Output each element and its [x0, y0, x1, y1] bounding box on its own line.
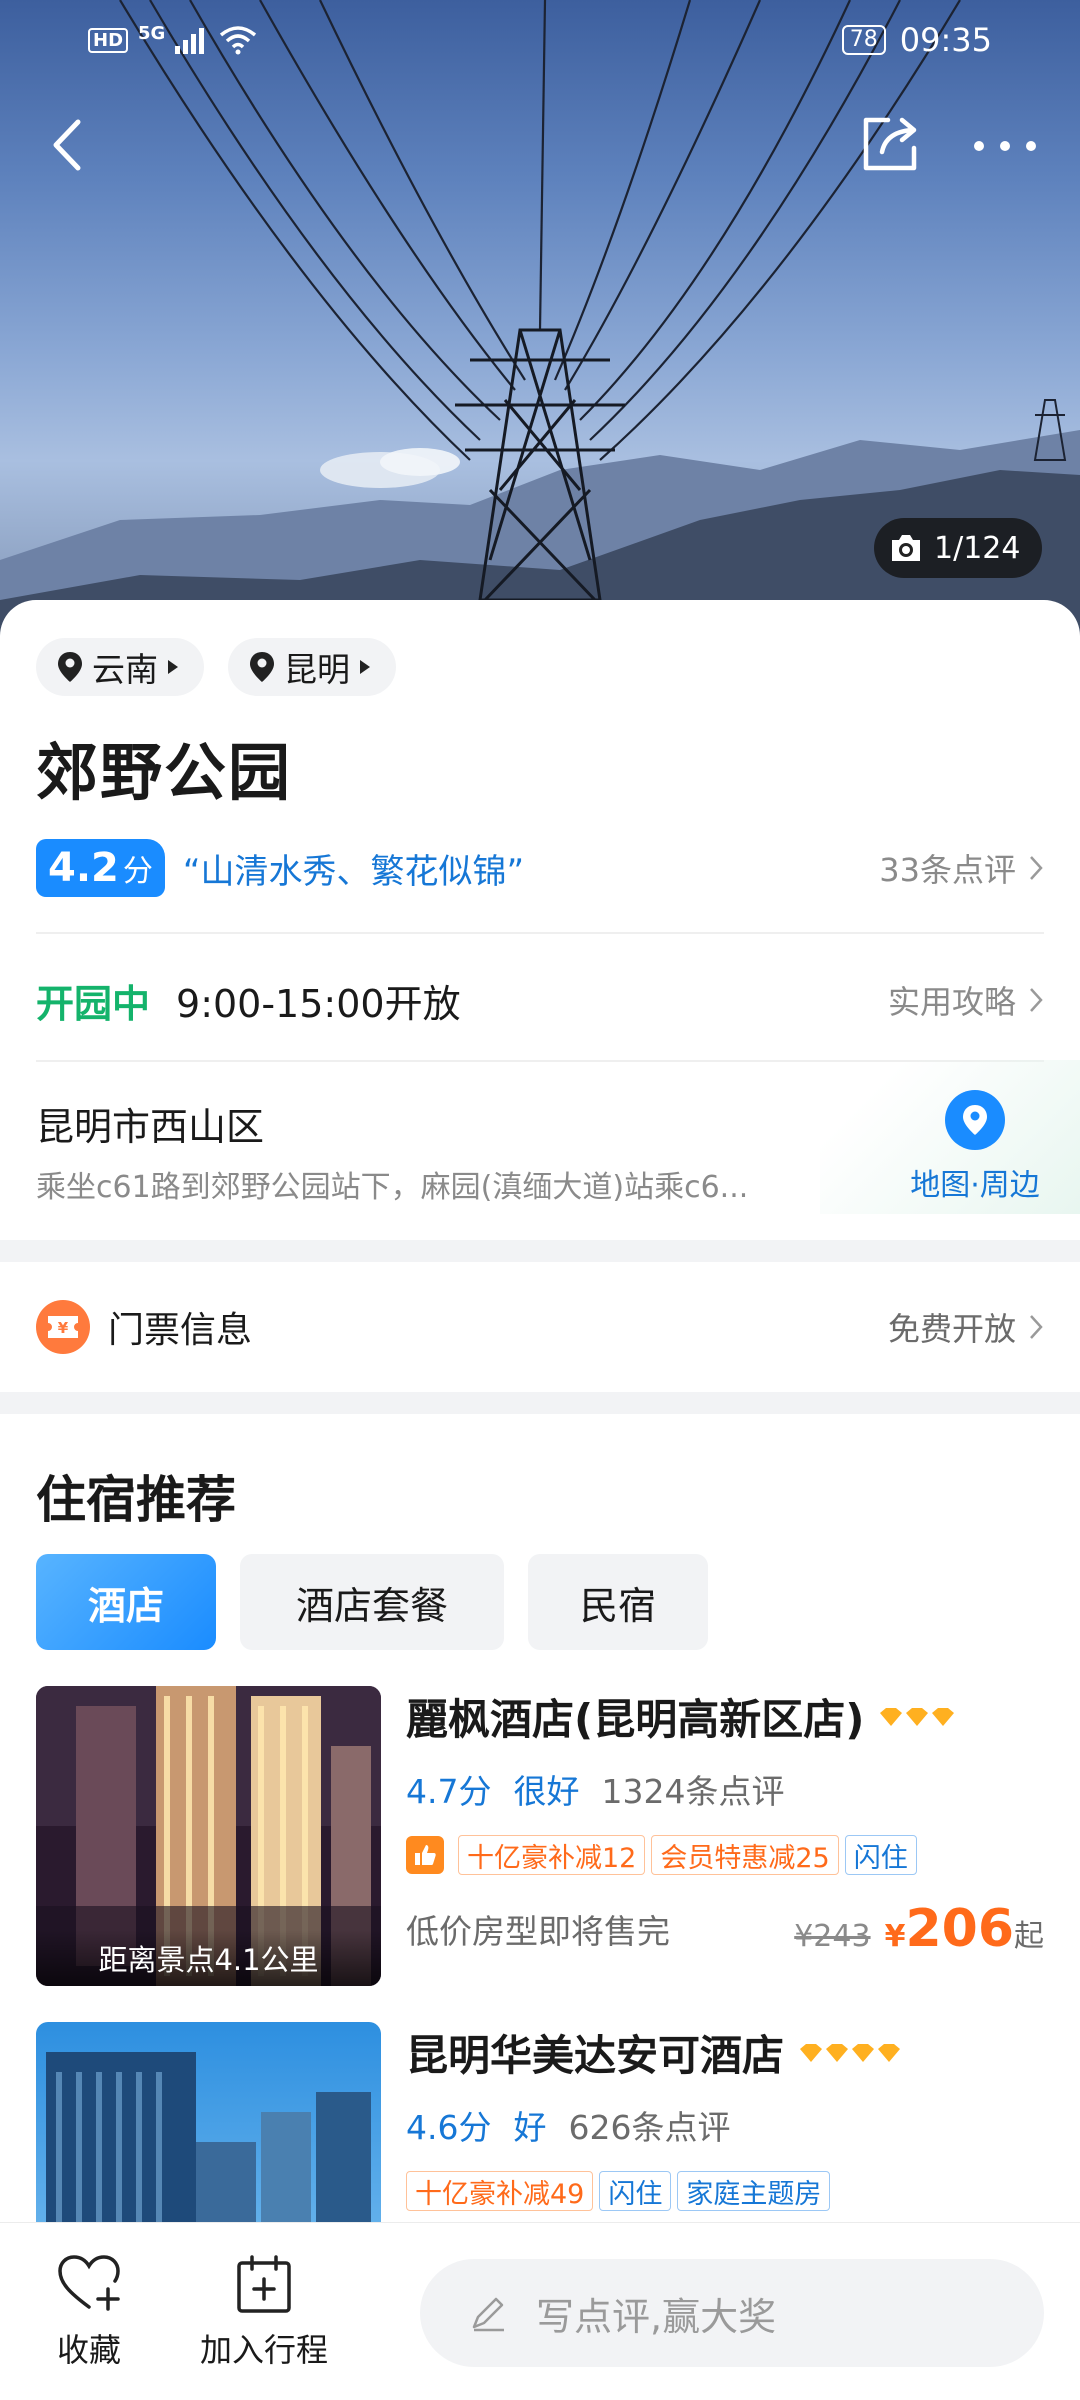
promo-tag: 十亿豪补减49 [406, 2171, 594, 2211]
hotel-level: 很好 [513, 1772, 580, 1811]
poi-info-card: 云南 昆明 郊野公园 4.2 分 “山清水秀、繁花似锦” 33条点评 开园中 9… [0, 600, 1080, 1240]
open-status: 开园中 [36, 981, 151, 1026]
diamond-rating-icon [878, 1706, 956, 1728]
address-block[interactable]: 昆明市西山区 乘坐c61路到郊野公园站下，麻园(滇缅大道)站乘c6... 地图·… [0, 1060, 1080, 1214]
map-label: 地图·周边 [910, 1168, 1040, 1203]
review-quote: “山清水秀、繁花似锦” [182, 851, 525, 892]
tab-homestay[interactable]: 民宿 [528, 1554, 708, 1650]
signal-label: 5G [138, 22, 166, 44]
section-gap [0, 1240, 1080, 1262]
write-review-input[interactable]: 写点评,赢大奖 [420, 2259, 1044, 2367]
bottom-action-bar: 收藏 加入行程 写点评,赢大奖 [0, 2222, 1080, 2400]
score-value: 4.2 [48, 845, 119, 891]
hotel-card[interactable]: 距离景点4.1公里 麗枫酒店(昆明高新区店) 4.7分 很好 1324条点评 十… [36, 1686, 1044, 1986]
promo-tag: 闪住 [599, 2171, 672, 2211]
lodging-section-title: 住宿推荐 [36, 1471, 236, 1529]
hd-badge: HD [88, 27, 129, 53]
map-nearby-button[interactable]: 地图·周边 [900, 1090, 1050, 1210]
breadcrumb-label: 云南 [92, 650, 158, 689]
location-pin-icon [58, 652, 82, 682]
score-unit: 分 [122, 854, 153, 889]
promo-tags: 十亿豪补减12 会员特惠减25 闪住 [406, 1835, 1044, 1875]
ticket-icon: ¥ [36, 1300, 90, 1354]
address: 昆明市西山区 [36, 1105, 265, 1149]
breadcrumb-label: 昆明 [284, 650, 350, 689]
price-suffix: 起 [1014, 1919, 1044, 1954]
distance-label: 距离景点4.1公里 [36, 1930, 381, 1986]
current-price: 206 [905, 1899, 1014, 1959]
hotel-name: 麗枫酒店(昆明高新区店) [406, 1695, 865, 1744]
photo-counter[interactable]: 1/124 [874, 518, 1043, 578]
camera-icon [892, 535, 920, 561]
chevron-right-icon [1030, 856, 1043, 880]
promo-tag: 十亿豪补减12 [458, 1835, 646, 1875]
ticket-label: 门票信息 [108, 1310, 253, 1351]
hotel-reviews: 626条点评 [568, 2108, 731, 2147]
score-badge: 4.2 分 [36, 839, 165, 897]
map-pin-icon [945, 1090, 1005, 1150]
original-price: ¥243 [794, 1919, 871, 1954]
back-arrow-icon[interactable] [40, 110, 96, 180]
promo-tag: 闪住 [844, 1835, 917, 1875]
favorite-label: 收藏 [56, 2331, 121, 2369]
price-note: 低价房型即将售完 [406, 1912, 670, 1951]
open-hours: 9:00-15:00开放 [176, 981, 461, 1026]
photo-counter-text: 1/124 [934, 530, 1021, 566]
caret-right-icon [360, 660, 370, 674]
pencil-icon [472, 2297, 504, 2332]
lodging-tabs: 酒店 酒店套餐 民宿 [36, 1554, 708, 1650]
promo-tag: 家庭主题房 [677, 2171, 831, 2211]
add-itinerary-button[interactable]: 加入行程 [200, 2253, 328, 2371]
share-icon[interactable] [858, 110, 924, 176]
heart-plus-icon [58, 2255, 120, 2311]
review-placeholder: 写点评,赢大奖 [536, 2294, 777, 2339]
hotel-name: 昆明华美达安可酒店 [406, 2031, 785, 2080]
ticket-info-row[interactable]: ¥ 门票信息 免费开放 [0, 1262, 1080, 1392]
tab-hotel[interactable]: 酒店 [36, 1554, 216, 1650]
location-pin-icon [250, 652, 274, 682]
battery-indicator: 78 [841, 25, 886, 55]
opening-hours-row[interactable]: 开园中 9:00-15:00开放 实用攻略 [36, 968, 1044, 1032]
clock: 09:35 [899, 21, 992, 59]
calendar-add-icon [237, 2255, 291, 2313]
svg-text:¥: ¥ [58, 1319, 69, 1337]
rating-row[interactable]: 4.2 分 “山清水秀、繁花似锦” 33条点评 [36, 836, 1044, 900]
wifi-icon [220, 26, 257, 55]
promo-tags: 十亿豪补减49 闪住 家庭主题房 [406, 2171, 1044, 2211]
promo-tag: 会员特惠减25 [651, 1835, 839, 1875]
guide-link: 实用攻略 [887, 983, 1016, 1021]
currency-symbol: ¥ [884, 1919, 906, 1954]
transit-info: 乘坐c61路到郊野公园站下，麻园(滇缅大道)站乘c6... [36, 1170, 749, 1205]
tab-hotel-package[interactable]: 酒店套餐 [240, 1554, 504, 1650]
diamond-rating-icon [798, 2042, 902, 2064]
breadcrumb: 云南 昆明 [36, 638, 396, 696]
caret-right-icon [168, 660, 178, 674]
hotel-score: 4.6分 [406, 2108, 492, 2147]
hotel-photo[interactable]: 距离景点4.1公里 [36, 1686, 381, 1986]
signal-icon [175, 28, 205, 54]
hotel-score: 4.7分 [406, 1772, 492, 1811]
status-bar: HD 5G 78 09:35 [0, 0, 1080, 80]
breadcrumb-city[interactable]: 昆明 [228, 638, 396, 696]
chevron-right-icon [1030, 1315, 1043, 1339]
breadcrumb-province[interactable]: 云南 [36, 638, 204, 696]
divider [36, 932, 1044, 934]
itinerary-label: 加入行程 [200, 2331, 329, 2369]
thumbs-up-icon [406, 1836, 444, 1874]
favorite-button[interactable]: 收藏 [56, 2253, 122, 2371]
page-title: 郊野公园 [36, 736, 293, 809]
hero-photo[interactable]: HD 5G 78 09:35 1/124 [0, 0, 1080, 640]
hotel-level: 好 [513, 2108, 547, 2147]
section-gap [0, 1392, 1080, 1414]
price-box: ¥243 ¥ 206 起 [794, 1899, 1044, 1959]
hotel-reviews: 1324条点评 [601, 1772, 785, 1811]
review-count: 33条点评 [879, 851, 1016, 889]
chevron-right-icon [1030, 988, 1043, 1012]
ticket-value: 免费开放 [887, 1310, 1016, 1348]
more-icon[interactable] [970, 126, 1040, 166]
